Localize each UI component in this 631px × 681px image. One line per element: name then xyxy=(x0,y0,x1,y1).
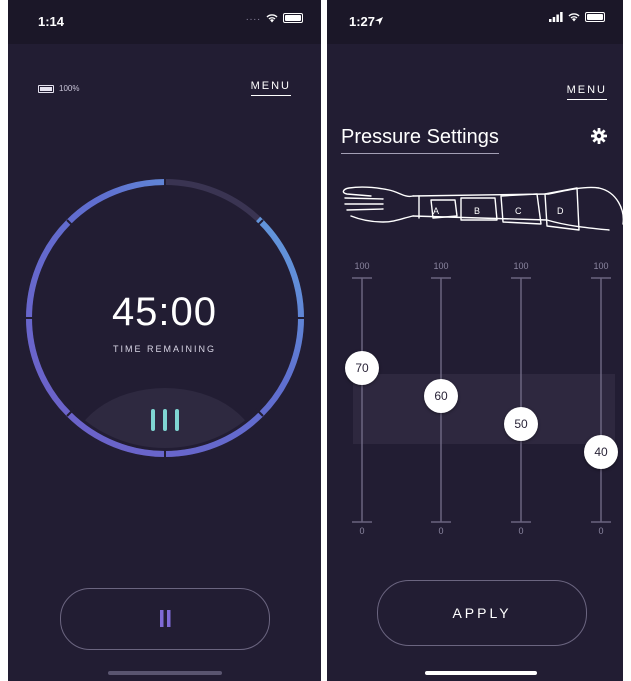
slider-min-label: 0 xyxy=(518,526,524,536)
home-indicator xyxy=(425,671,537,675)
timer-ring xyxy=(24,177,306,459)
slider-tracks xyxy=(352,277,611,523)
slider-min-label: 0 xyxy=(598,526,604,536)
slider-knob-a[interactable]: 70 xyxy=(345,351,379,385)
slider-min-label: 0 xyxy=(359,526,365,536)
slider-knob-d[interactable]: 40 xyxy=(584,435,618,469)
slider-min-label: 0 xyxy=(438,526,444,536)
pause-icon xyxy=(160,610,171,627)
slider-knob-b[interactable]: 60 xyxy=(424,379,458,413)
timer-value: 45:00 xyxy=(111,290,218,334)
slider-max-label: 100 xyxy=(513,261,529,271)
slider-max-label: 100 xyxy=(433,261,449,271)
slider-knob-c[interactable]: 50 xyxy=(504,407,538,441)
slider-max-label: 100 xyxy=(593,261,609,271)
pressure-settings-screen: 1:27 MENU Pressure Settings A B C D 100 … xyxy=(327,0,623,681)
timer-caption: TIME REMAINING xyxy=(112,344,216,354)
home-indicator xyxy=(108,671,222,675)
slider-max-label: 100 xyxy=(354,261,370,271)
timer-screen: 1:14 .... 100% MENU 45:00 TIME REMAINING xyxy=(8,0,321,681)
apply-button[interactable]: APPLY xyxy=(377,580,587,646)
pause-button[interactable] xyxy=(60,588,270,650)
